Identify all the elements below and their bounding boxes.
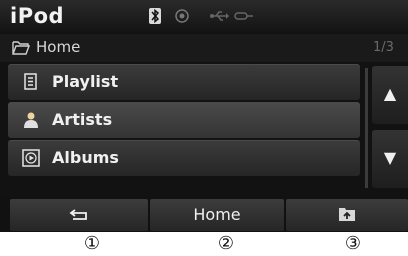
- list-item-playlist[interactable]: Playlist: [8, 64, 360, 100]
- callout-numbers: ① ② ③: [0, 232, 408, 256]
- list-item-label: Playlist: [52, 72, 119, 91]
- callout-1: ①: [83, 233, 101, 254]
- back-button[interactable]: [10, 199, 148, 231]
- path-bar: Home 1/3: [0, 34, 408, 62]
- usb-icon: [209, 8, 229, 27]
- back-icon: [69, 207, 89, 226]
- scroll-up-button[interactable]: ▲: [372, 66, 408, 124]
- page-indicator: 1/3: [373, 40, 394, 55]
- artist-icon: [22, 111, 40, 129]
- ipod-screen: iPod Home 1/3 Playlist Artists Albums ▲ …: [0, 0, 408, 232]
- home-button-label: Home: [193, 205, 241, 224]
- list-item-artists[interactable]: Artists: [8, 102, 360, 138]
- app-title: iPod: [10, 4, 65, 28]
- list-item-label: Albums: [52, 148, 119, 167]
- playlist-icon: [22, 73, 40, 91]
- scroll-down-button[interactable]: ▼: [372, 130, 408, 188]
- scroll-divider: [365, 68, 368, 188]
- up-folder-button[interactable]: [286, 199, 408, 231]
- callout-2: ②: [217, 233, 235, 254]
- list-item-albums[interactable]: Albums: [8, 140, 360, 176]
- home-button[interactable]: Home: [150, 199, 284, 231]
- record-icon: [175, 8, 189, 27]
- album-icon: [22, 149, 40, 167]
- up-folder-icon: [338, 206, 356, 226]
- bluetooth-icon: [149, 8, 161, 28]
- folder-icon: [12, 40, 31, 59]
- callout-3: ③: [344, 233, 362, 254]
- current-folder-label: Home: [36, 38, 81, 56]
- status-bar: iPod: [0, 0, 408, 32]
- aux-icon: [234, 8, 254, 27]
- arrow-up-icon: ▲: [383, 84, 397, 103]
- list-item-label: Artists: [52, 110, 113, 129]
- bottom-bar: Home: [0, 197, 408, 232]
- arrow-down-icon: ▼: [383, 148, 397, 167]
